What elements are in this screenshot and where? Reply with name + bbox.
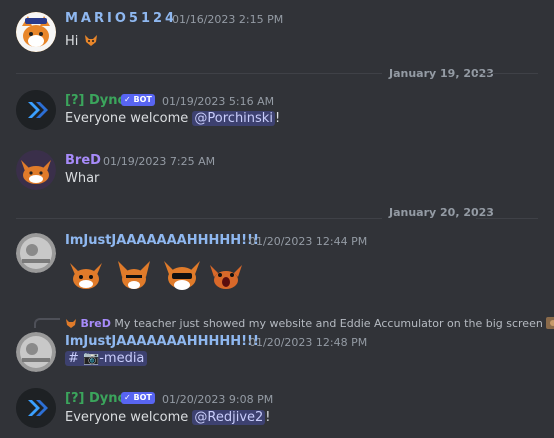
- fox-sticker-1[interactable]: [70, 263, 102, 289]
- username[interactable]: ImJustJAAAAAAAHHHHH!!!: [65, 233, 259, 248]
- timestamp: 01/19/2023 5:16 AM: [162, 95, 275, 108]
- avatar[interactable]: [16, 233, 56, 273]
- dyno-logo-avatar: [16, 388, 56, 428]
- username[interactable]: MARIO5124: [65, 11, 177, 26]
- message-text: !: [265, 410, 271, 425]
- fox-avatar: [16, 150, 56, 190]
- bot-badge: ✓ BOT: [121, 392, 155, 404]
- avatar[interactable]: [16, 388, 56, 428]
- date-divider-line: [16, 73, 382, 74]
- date-divider-line: [476, 73, 538, 74]
- channel-link[interactable]: # 📷-media: [65, 351, 148, 366]
- coin-avatar: [16, 332, 56, 372]
- reply-preview[interactable]: BreD My teacher just showed my website a…: [65, 312, 554, 331]
- date-divider-line: [16, 218, 382, 219]
- bot-badge: ✓ BOT: [121, 94, 155, 106]
- sticker-row: [66, 255, 256, 293]
- image-attachment-icon: [546, 317, 554, 329]
- fox-sticker-2[interactable]: [118, 261, 150, 289]
- avatar[interactable]: [16, 12, 56, 52]
- timestamp: 01/16/2023 2:15 PM: [172, 13, 284, 26]
- fox-icon: [66, 319, 76, 328]
- username[interactable]: [?] Dyno: [65, 391, 126, 406]
- avatar[interactable]: [16, 90, 56, 130]
- fox-sticker-4[interactable]: [210, 265, 242, 289]
- fox-sailor-avatar: [16, 12, 56, 52]
- avatar[interactable]: [16, 332, 56, 372]
- dyno-logo-avatar: [16, 90, 56, 130]
- reply-content: BreD My teacher just showed my website a…: [65, 317, 554, 330]
- username[interactable]: BreD: [65, 153, 101, 168]
- message-text: Everyone welcome: [65, 111, 193, 126]
- user-mention[interactable]: @Porchinski: [192, 111, 275, 126]
- reply-text: My teacher just showed my website and Ed…: [114, 317, 543, 330]
- timestamp: 01/20/2023 12:48 PM: [249, 336, 368, 349]
- message-text: !: [274, 111, 281, 126]
- message-content: Hi: [65, 32, 99, 49]
- fox-emoji: [84, 35, 97, 46]
- message-content: Everyone welcome @Porchinski!: [65, 111, 280, 126]
- chat-messages: MARIO5124 01/16/2023 2:15 PM Hi January …: [0, 0, 554, 438]
- reply-username[interactable]: BreD: [81, 317, 111, 330]
- coin-avatar: [16, 233, 56, 273]
- date-divider-line: [476, 218, 538, 219]
- user-mention[interactable]: @Redjive2: [192, 410, 266, 425]
- message-text: Hi: [65, 34, 79, 49]
- fox-sticker-3[interactable]: [164, 261, 200, 290]
- timestamp: 01/20/2023 9:08 PM: [162, 393, 274, 406]
- username[interactable]: ImJustJAAAAAAAHHHHH!!!: [65, 334, 259, 349]
- message-content: Everyone welcome @Redjive2!: [65, 410, 271, 425]
- message-text: Whar: [65, 171, 100, 186]
- message-text: Everyone welcome: [65, 410, 193, 425]
- avatar[interactable]: [16, 150, 56, 190]
- reply-spine: [34, 318, 60, 328]
- username[interactable]: [?] Dyno: [65, 93, 126, 108]
- timestamp: 01/19/2023 7:25 AM: [103, 155, 216, 168]
- timestamp: 01/20/2023 12:44 PM: [249, 235, 368, 248]
